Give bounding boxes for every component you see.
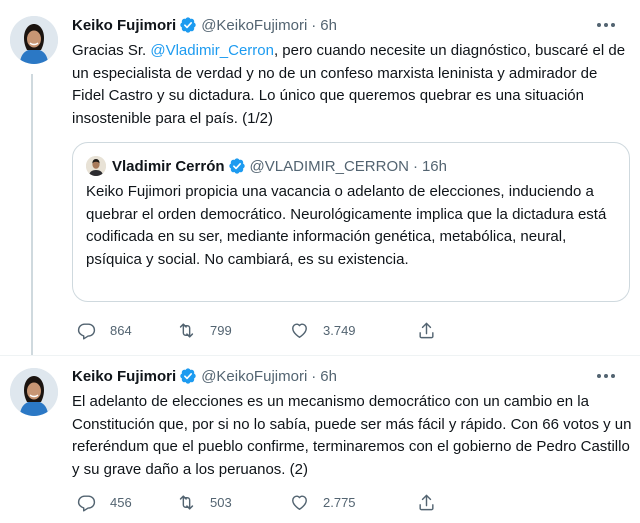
share-icon [417,493,436,512]
tweet-text: Gracias Sr. @Vladimir_Cerron, pero cuand… [72,40,632,130]
reply-count: 864 [110,322,132,338]
retweet-icon [177,493,196,512]
quoted-tweet[interactable]: Vladimir Cerrón @VLADIMIR_CERRON · 16h K… [72,142,630,302]
tweet[interactable]: Keiko Fujimori @KeikoFujimori · 6h El ad… [0,356,640,523]
reply-count: 456 [110,494,132,510]
separator-dot: · [412,157,418,175]
reply-button[interactable]: 864 [77,318,132,342]
like-count: 2.775 [323,494,356,510]
tweet-actions: 456 503 2.775 [72,490,532,514]
separator-dot: · [311,16,317,34]
author-name[interactable]: Keiko Fujimori [72,368,176,385]
quoted-avatar [86,156,106,176]
more-options-icon[interactable] [594,13,618,37]
avatar[interactable] [10,16,58,64]
like-button[interactable]: 3.749 [290,318,356,342]
quoted-author-name[interactable]: Vladimir Cerrón [112,158,225,175]
retweet-button[interactable]: 799 [177,318,232,342]
author-name[interactable]: Keiko Fujimori [72,17,176,34]
thread-connector-line [31,74,33,356]
mention-link[interactable]: @Vladimir_Cerron [150,42,274,59]
tweet-header: Keiko Fujimori @KeikoFujimori · 6h [72,366,628,386]
quoted-tweet-header: Vladimir Cerrón @VLADIMIR_CERRON · 16h [86,155,447,177]
timestamp[interactable]: 6h [320,17,337,34]
retweet-icon [177,321,196,340]
quoted-timestamp[interactable]: 16h [422,158,447,175]
like-count: 3.749 [323,322,356,338]
retweet-count: 799 [210,322,232,338]
retweet-count: 503 [210,494,232,510]
verified-badge-icon [179,16,197,34]
verified-badge-icon [179,367,197,385]
avatar[interactable] [10,368,58,416]
reply-icon [77,493,96,512]
quoted-tweet-text: Keiko Fujimori propicia una vacancia o a… [86,183,607,268]
tweet-text: El adelanto de elecciones es un mecanism… [72,393,632,478]
tweet[interactable]: Keiko Fujimori @KeikoFujimori · 6h Graci… [0,0,640,356]
tweet-text-part: Gracias Sr. [72,42,151,59]
separator-dot: · [311,367,317,385]
reply-button[interactable]: 456 [77,490,132,514]
author-handle[interactable]: @KeikoFujimori [201,17,307,34]
author-handle[interactable]: @KeikoFujimori [201,368,307,385]
heart-icon [290,493,309,512]
reply-icon [77,321,96,340]
tweet-actions: 864 799 3.749 [72,318,532,342]
like-button[interactable]: 2.775 [290,490,356,514]
share-button[interactable] [417,318,436,342]
verified-badge-icon [228,157,246,175]
timestamp[interactable]: 6h [320,368,337,385]
more-options-icon[interactable] [594,364,618,388]
tweet-header: Keiko Fujimori @KeikoFujimori · 6h [72,15,628,35]
retweet-button[interactable]: 503 [177,490,232,514]
share-button[interactable] [417,490,436,514]
heart-icon [290,321,309,340]
share-icon [417,321,436,340]
quoted-author-handle[interactable]: @VLADIMIR_CERRON [250,158,409,175]
